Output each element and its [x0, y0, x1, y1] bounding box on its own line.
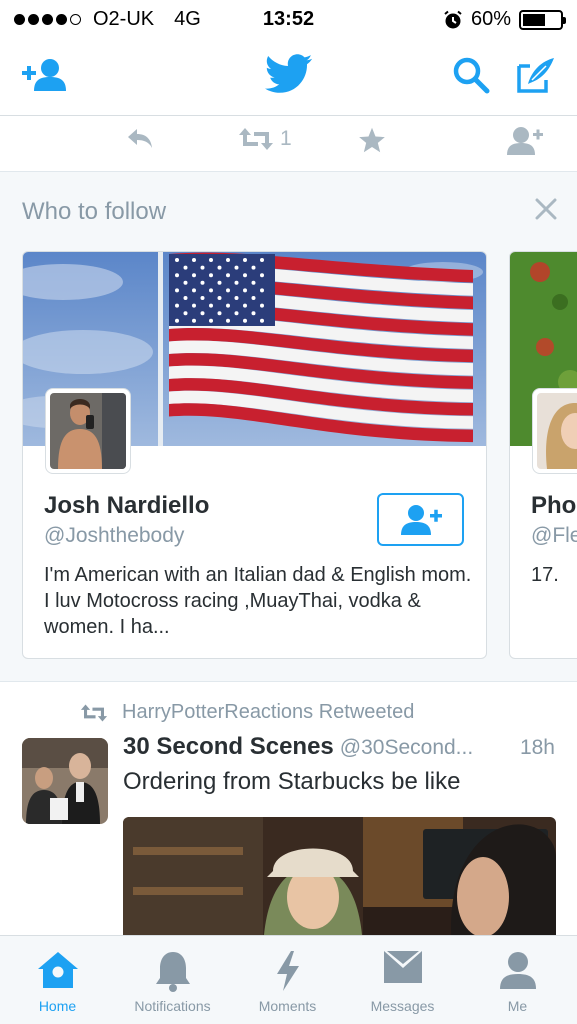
compose-icon[interactable]	[516, 56, 556, 94]
tweet-text: Ordering from Starbucks be like	[123, 768, 461, 795]
follow-author-button[interactable]	[506, 126, 544, 156]
suggested-user-bio: I'm American with an Italian dad & Engli…	[44, 564, 472, 638]
tweet-author-avatar[interactable]	[22, 738, 108, 824]
retweet-button[interactable]: 1	[238, 126, 292, 152]
like-button[interactable]	[358, 126, 386, 154]
retweet-icon	[80, 704, 108, 721]
person-icon	[499, 952, 536, 989]
bottom-tab-bar: Home Notifications Moments Messages Me	[0, 935, 577, 1024]
tab-label: Messages	[370, 998, 435, 1014]
twitter-app-screen: O2-UK 4G 13:52 60% 1 Who to follow Josh …	[0, 0, 577, 1024]
timeline-tweet[interactable]: HarryPotterReactions Retweeted 30 Second…	[0, 683, 577, 957]
suggested-user-name[interactable]: Josh Nardiello	[44, 492, 209, 520]
status-bar: O2-UK 4G 13:52 60%	[0, 0, 577, 38]
profile-avatar[interactable]	[532, 388, 577, 474]
status-right: 60%	[443, 8, 566, 31]
tab-label: Me	[507, 998, 528, 1014]
add-user-icon[interactable]	[20, 58, 70, 92]
follow-button[interactable]	[377, 493, 464, 546]
tab-home[interactable]: Home	[0, 936, 115, 1024]
tab-moments[interactable]: Moments	[230, 936, 345, 1024]
top-nav-bar	[0, 38, 577, 116]
reply-icon	[128, 129, 152, 148]
tab-label: Notifications	[134, 998, 211, 1014]
follow-suggestion-card[interactable]: Josh Nardiello @Joshthebody I'm American…	[22, 251, 487, 659]
tweet-action-bar: 1	[0, 116, 577, 172]
like-star-icon	[359, 127, 385, 153]
tweet-author-name[interactable]: 30 Second Scenes	[123, 733, 334, 760]
who-to-follow-module: Who to follow Josh Nardiello @Joshthebod…	[0, 172, 577, 682]
retweet-count: 1	[280, 127, 292, 150]
retweet-context: HarryPotterReactions Retweeted	[80, 701, 414, 724]
suggested-user-handle: @Joshthebody	[44, 524, 185, 547]
search-icon[interactable]	[452, 56, 490, 94]
battery-percent: 60%	[470, 8, 511, 30]
follow-icon	[507, 127, 543, 155]
twitter-bird-icon[interactable]	[265, 54, 313, 94]
close-icon[interactable]	[535, 198, 557, 220]
retweet-icon	[239, 128, 273, 150]
alarm-icon	[444, 10, 462, 28]
battery-icon	[519, 9, 566, 30]
tab-messages[interactable]: Messages	[345, 936, 460, 1024]
suggested-user-handle: @Fle	[531, 524, 577, 547]
tab-me[interactable]: Me	[460, 936, 575, 1024]
tweet-author-handle[interactable]: @30Second...	[340, 736, 473, 759]
lightning-icon	[276, 951, 299, 991]
retweeted-by-text[interactable]: HarryPotterReactions Retweeted	[122, 701, 414, 724]
suggested-user-name[interactable]: Pho	[531, 492, 576, 520]
profile-avatar[interactable]	[45, 388, 131, 474]
suggested-user-bio: 17.	[531, 564, 559, 586]
home-icon	[37, 952, 78, 988]
who-to-follow-title: Who to follow	[22, 198, 167, 225]
tweet-header: 30 Second Scenes @30Second... 18h	[123, 733, 563, 761]
envelope-icon	[383, 951, 422, 983]
follow-icon	[400, 504, 442, 535]
reply-button[interactable]	[126, 126, 154, 150]
tab-label: Moments	[258, 998, 317, 1014]
follow-suggestion-card[interactable]: Pho @Fle 17.	[509, 251, 577, 659]
tab-notifications[interactable]: Notifications	[115, 936, 230, 1024]
tweet-timestamp[interactable]: 18h	[520, 736, 555, 760]
tab-label: Home	[38, 998, 77, 1014]
bell-icon	[155, 952, 190, 992]
